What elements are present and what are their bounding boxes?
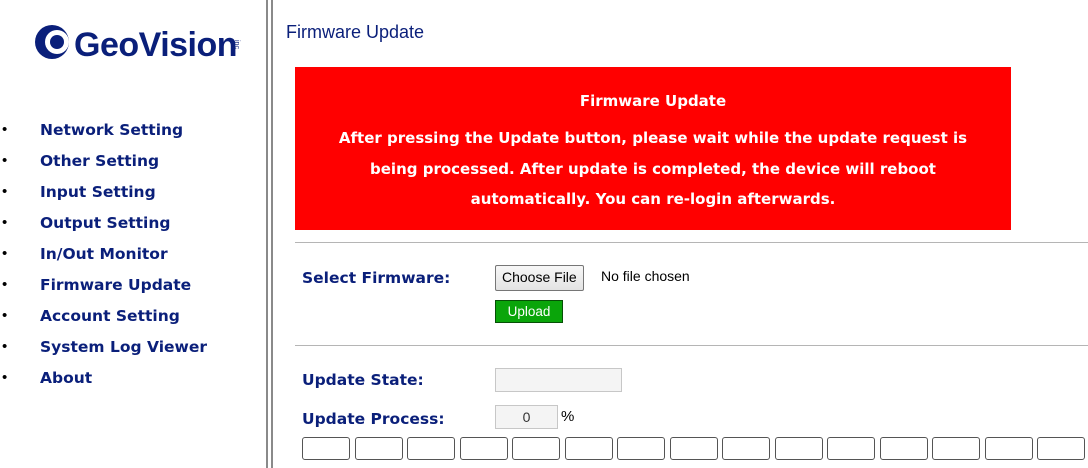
sidebar-item-output-setting[interactable]: • Output Setting xyxy=(0,210,207,241)
sidebar-item-other-setting[interactable]: • Other Setting xyxy=(0,148,207,179)
update-progress-bar xyxy=(302,437,1088,462)
update-process-label: Update Process: xyxy=(302,410,445,428)
progress-segment xyxy=(669,437,718,460)
percent-sign: % xyxy=(561,408,575,425)
progress-segment xyxy=(984,437,1033,460)
bullet: • xyxy=(2,152,8,169)
progress-segment xyxy=(722,437,770,460)
choose-file-button[interactable]: Choose File xyxy=(495,265,584,291)
sidebar-item-label[interactable]: In/Out Monitor xyxy=(40,245,168,263)
svg-text:GeoVision: GeoVision xyxy=(74,26,237,64)
banner-message: After pressing the Update button, please… xyxy=(338,129,968,208)
sidebar-item-account-setting[interactable]: • Account Setting xyxy=(0,303,207,334)
sidebar-item-label[interactable]: Firmware Update xyxy=(40,276,191,294)
upload-button[interactable]: Upload xyxy=(495,300,563,323)
progress-segment xyxy=(932,437,980,460)
bullet: • xyxy=(2,214,8,231)
progress-segment xyxy=(617,437,665,460)
progress-segment xyxy=(827,437,875,460)
update-state-label: Update State: xyxy=(302,371,424,389)
sidebar-nav: • Network Setting • Other Setting • Inpu… xyxy=(0,117,207,396)
bullet: • xyxy=(2,121,8,138)
progress-segment xyxy=(354,437,403,460)
bullet: • xyxy=(2,307,8,324)
sidebar-item-in-out-monitor[interactable]: • In/Out Monitor xyxy=(0,241,207,272)
sidebar-item-label[interactable]: About xyxy=(40,369,92,387)
sidebar-item-input-setting[interactable]: • Input Setting xyxy=(0,179,207,210)
main-content: Firmware Update Firmware Update After pr… xyxy=(276,0,1088,468)
sidebar-item-system-log-viewer[interactable]: • System Log Viewer xyxy=(0,334,207,365)
bullet: • xyxy=(2,369,8,386)
banner-title: Firmware Update xyxy=(579,92,727,110)
bullet: • xyxy=(2,245,8,262)
progress-segment xyxy=(564,437,613,460)
sidebar-item-about[interactable]: • About xyxy=(0,365,207,396)
sidebar-item-label[interactable]: Account Setting xyxy=(40,307,180,325)
progress-segment xyxy=(302,437,350,460)
sidebar: GeoVision inc • Network Setting • Other … xyxy=(0,0,262,468)
sidebar-item-network-setting[interactable]: • Network Setting xyxy=(0,117,207,148)
file-status-text: No file chosen xyxy=(601,268,690,284)
sidebar-item-label[interactable]: Other Setting xyxy=(40,152,159,170)
update-process-field: 0 xyxy=(495,405,558,429)
bullet: • xyxy=(2,276,8,293)
sidebar-item-label[interactable]: Network Setting xyxy=(40,121,183,139)
firmware-warning-banner: Firmware Update After pressing the Updat… xyxy=(295,67,1011,230)
section-divider xyxy=(295,242,1088,243)
frame-divider[interactable] xyxy=(262,0,276,468)
sidebar-item-firmware-update[interactable]: • Firmware Update xyxy=(0,272,207,303)
select-firmware-label: Select Firmware: xyxy=(302,269,451,287)
progress-segment xyxy=(459,437,508,460)
page-title: Firmware Update xyxy=(286,22,425,42)
sidebar-item-label[interactable]: Input Setting xyxy=(40,183,156,201)
svg-text:inc: inc xyxy=(233,40,240,49)
divider-line xyxy=(266,0,268,468)
sidebar-item-label[interactable]: System Log Viewer xyxy=(40,338,207,356)
progress-segment xyxy=(879,437,928,460)
update-state-field xyxy=(495,368,622,392)
progress-segment xyxy=(774,437,823,460)
geovision-logo: GeoVision inc xyxy=(30,20,250,78)
progress-segment xyxy=(407,437,455,460)
section-divider xyxy=(295,345,1088,346)
sidebar-item-label[interactable]: Output Setting xyxy=(40,214,171,232)
bullet: • xyxy=(2,183,8,200)
progress-segment xyxy=(512,437,560,460)
progress-segment xyxy=(1037,437,1085,460)
bullet: • xyxy=(2,338,8,355)
divider-line xyxy=(271,0,273,468)
